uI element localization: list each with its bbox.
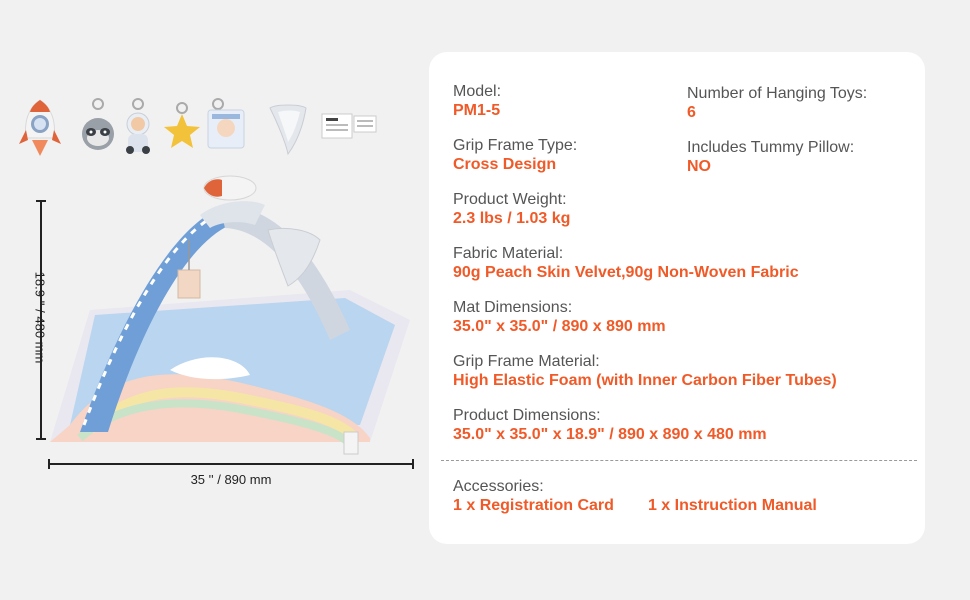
spec-grip-frame-type: Grip Frame Type: Cross Design xyxy=(453,136,577,174)
spec-label: Accessories: xyxy=(453,478,544,495)
width-dimension-line xyxy=(48,459,414,469)
spec-label: Includes Tummy Pillow: xyxy=(687,139,855,156)
hanging-toys-row xyxy=(19,98,377,156)
spec-value: 2.3 lbs / 1.03 kg xyxy=(453,210,571,227)
specifications-card: Model: PM1-5 Number of Hanging Toys: 6 G… xyxy=(429,52,925,544)
spec-fabric: Fabric Material: 90g Peach Skin Velvet,9… xyxy=(453,244,799,282)
spec-label: Grip Frame Type: xyxy=(453,137,578,154)
moon-toy-icon xyxy=(269,104,307,156)
spec-weight: Product Weight: 2.3 lbs / 1.03 kg xyxy=(453,190,570,228)
spec-value: High Elastic Foam (with Inner Carbon Fib… xyxy=(453,372,837,389)
cloth-book-toy-icon xyxy=(207,98,245,149)
accessories-list: 1 x Registration Card 1 x Instruction Ma… xyxy=(453,496,817,515)
spec-accessories: Accessories: 1 x Registration Card 1 x I… xyxy=(453,477,817,515)
accessory-item: 1 x Instruction Manual xyxy=(647,497,817,514)
instruction-manual-icon xyxy=(321,113,377,139)
spec-value: PM1-5 xyxy=(453,102,501,119)
spec-label: Fabric Material: xyxy=(453,245,564,262)
spec-label: Grip Frame Material: xyxy=(453,353,600,370)
spec-mat-dimensions: Mat Dimensions: 35.0" x 35.0" / 890 x 89… xyxy=(453,298,666,336)
spec-value: 90g Peach Skin Velvet,90g Non-Woven Fabr… xyxy=(453,264,799,281)
spec-value: Cross Design xyxy=(453,156,557,173)
astronaut-toy-icon xyxy=(126,98,150,154)
spec-tummy-pillow: Includes Tummy Pillow: NO xyxy=(687,138,854,176)
star-toy-icon xyxy=(164,102,200,148)
spec-value: 6 xyxy=(687,104,696,121)
spec-label: Product Weight: xyxy=(453,191,567,208)
spec-value: 35.0" x 35.0" x 18.9" / 890 x 890 x 480 … xyxy=(453,426,767,443)
spec-model: Model: PM1-5 xyxy=(453,82,501,120)
raccoon-toy-icon xyxy=(82,98,114,150)
spec-label: Mat Dimensions: xyxy=(453,299,573,316)
height-dimension-label: 18.9 '' / 480 mm xyxy=(32,271,48,364)
spec-value: NO xyxy=(687,158,711,175)
width-dimension-label: 35 '' / 890 mm xyxy=(190,472,272,487)
spec-hanging-toys: Number of Hanging Toys: 6 xyxy=(687,84,867,122)
spec-label: Model: xyxy=(453,83,502,100)
spec-grip-frame-material: Grip Frame Material: High Elastic Foam (… xyxy=(453,352,837,390)
product-image-area: 18.9 '' / 480 mm 35 '' / 890 mm xyxy=(0,0,430,600)
spec-value: 35.0" x 35.0" / 890 x 890 mm xyxy=(453,318,666,335)
spec-product-dimensions: Product Dimensions: 35.0" x 35.0" x 18.9… xyxy=(453,406,767,444)
rocket-toy-icon xyxy=(19,99,61,156)
accessory-item: 1 x Registration Card xyxy=(453,497,614,514)
spec-label: Product Dimensions: xyxy=(453,407,601,424)
play-mat-illustration xyxy=(50,175,410,455)
spec-label: Number of Hanging Toys: xyxy=(687,85,868,102)
spec-divider xyxy=(441,460,917,461)
